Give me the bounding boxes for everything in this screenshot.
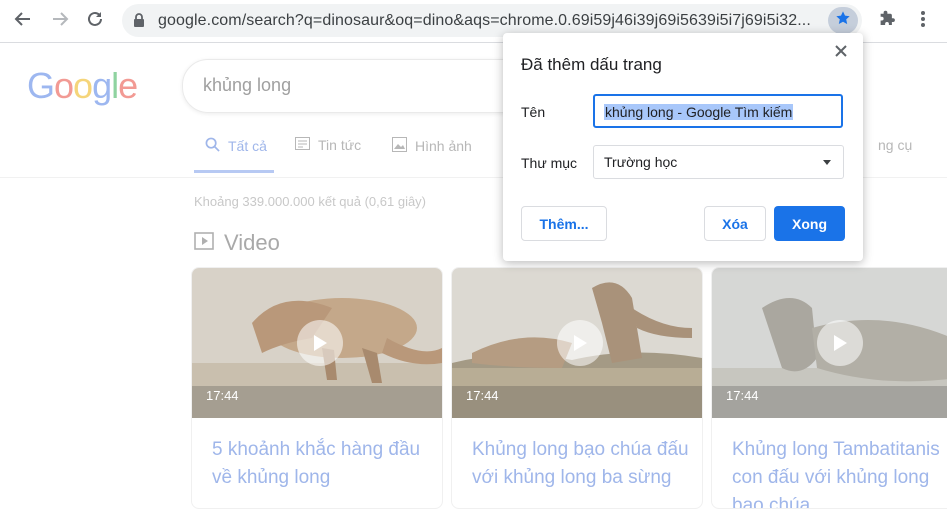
remove-button[interactable]: Xóa xyxy=(704,206,766,241)
dialog-title: Đã thêm dấu trang xyxy=(521,55,662,74)
puzzle-icon xyxy=(878,10,896,33)
play-icon xyxy=(572,334,588,352)
folder-label: Thư mục xyxy=(521,155,578,171)
chevron-down-icon xyxy=(823,160,831,165)
video-title-link[interactable]: Khủng long Tambatitanis con đấu với khủn… xyxy=(732,436,947,508)
reload-icon xyxy=(85,9,105,34)
tab-label: Hình ảnh xyxy=(415,138,472,154)
close-button[interactable] xyxy=(831,43,851,63)
bookmark-star-button[interactable] xyxy=(828,7,858,34)
video-title-link[interactable]: Khủng long bạo chúa đấu với khủng long b… xyxy=(472,436,697,492)
tab-news[interactable]: Tin tức xyxy=(295,137,361,153)
active-tab-indicator xyxy=(194,170,274,173)
url-text[interactable]: google.com/search?q=dinosaur&oq=dino&aqs… xyxy=(158,12,811,30)
kebab-menu-icon xyxy=(920,10,926,33)
logo-letter: g xyxy=(92,65,112,106)
play-icon xyxy=(832,334,848,352)
folder-select-value: Trường học xyxy=(604,154,678,170)
tab-tools[interactable]: ng cụ xyxy=(878,137,912,153)
video-thumbnail[interactable]: 17:44 xyxy=(192,268,442,418)
image-icon xyxy=(392,137,407,155)
close-icon xyxy=(835,44,847,62)
video-play-box-icon xyxy=(194,230,214,256)
video-section-heading: Video xyxy=(194,230,280,256)
browser-menu-button[interactable] xyxy=(910,8,936,34)
bookmark-added-dialog: Đã thêm dấu trang Tên khủng long - Googl… xyxy=(503,33,863,261)
tab-label: Tin tức xyxy=(318,137,362,153)
back-button[interactable] xyxy=(8,6,38,36)
play-button[interactable] xyxy=(297,320,343,366)
lock-icon[interactable] xyxy=(132,12,146,33)
video-card[interactable]: 17:44 5 khoảnh khắc hàng đầu về khủng lo… xyxy=(191,267,443,509)
search-icon xyxy=(205,137,220,155)
video-duration: 17:44 xyxy=(466,388,499,403)
video-card[interactable]: 17:44 Khủng long bạo chúa đấu với khủng … xyxy=(451,267,703,509)
video-duration: 17:44 xyxy=(206,388,239,403)
tab-label: Tất cả xyxy=(228,138,267,154)
play-button[interactable] xyxy=(557,320,603,366)
folder-select[interactable]: Trường học xyxy=(593,145,844,179)
star-icon xyxy=(835,10,851,31)
result-stats: Khoảng 339.000.000 kết quả (0,61 giây) xyxy=(194,194,427,209)
video-title-link[interactable]: 5 khoảnh khắc hàng đầu về khủng long xyxy=(212,436,437,492)
name-label: Tên xyxy=(521,104,546,120)
search-query[interactable]: khủng long xyxy=(203,75,291,96)
logo-letter: o xyxy=(73,65,93,106)
tab-label: ng cụ xyxy=(878,137,913,153)
tab-images[interactable]: Hình ảnh xyxy=(392,137,472,155)
more-button[interactable]: Thêm... xyxy=(521,206,607,241)
video-thumbnail[interactable]: 17:44 xyxy=(452,268,702,418)
bookmark-name-field[interactable]: khủng long - Google Tìm kiếm xyxy=(593,94,843,128)
video-thumbnail[interactable]: 17:44 xyxy=(712,268,947,418)
google-logo[interactable]: Google xyxy=(27,65,138,107)
play-icon xyxy=(312,334,328,352)
video-card[interactable]: 17:44 Khủng long Tambatitanis con đấu vớ… xyxy=(711,267,947,509)
bookmark-name-value[interactable]: khủng long - Google Tìm kiếm xyxy=(604,104,794,120)
play-button[interactable] xyxy=(817,320,863,366)
logo-letter: G xyxy=(27,65,55,106)
arrow-right-icon xyxy=(50,9,70,34)
logo-letter: e xyxy=(118,65,138,106)
video-heading-label: Video xyxy=(224,230,280,255)
tab-all[interactable]: Tất cả xyxy=(205,137,267,155)
logo-letter: o xyxy=(54,65,74,106)
video-duration: 17:44 xyxy=(726,388,759,403)
reload-button[interactable] xyxy=(80,6,110,36)
done-button[interactable]: Xong xyxy=(774,206,845,241)
forward-button[interactable] xyxy=(45,6,75,36)
news-icon xyxy=(295,137,310,153)
arrow-left-icon xyxy=(13,9,33,34)
extensions-button[interactable] xyxy=(874,8,900,34)
